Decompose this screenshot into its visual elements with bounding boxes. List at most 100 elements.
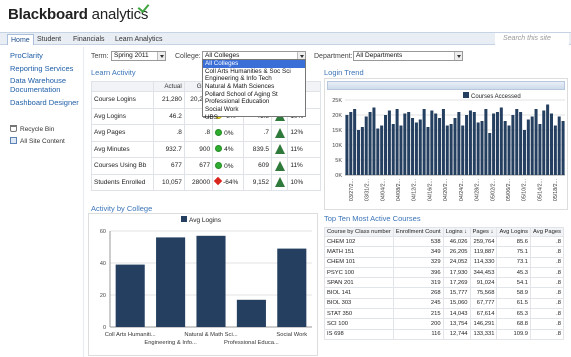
college-option[interactable]: Engineering & Info Tech — [203, 75, 305, 83]
bar[interactable] — [407, 112, 411, 175]
bar[interactable] — [353, 109, 357, 175]
bar[interactable] — [445, 125, 449, 176]
bar[interactable] — [364, 116, 368, 176]
bar[interactable] — [380, 125, 384, 176]
col-header-course[interactable]: Course by Class number — [324, 227, 394, 237]
bar[interactable] — [357, 130, 361, 175]
recycle-bin-link[interactable]: Recycle Bin — [10, 125, 54, 134]
table-row[interactable]: CHEM 101 329 24,052 114,330 73.1.8 — [324, 256, 564, 268]
col-header-pages[interactable]: Pages ↓ — [469, 227, 498, 237]
nav-reporting-services[interactable]: Reporting Services — [10, 64, 73, 74]
college-option[interactable]: Natural & Math Sciences — [203, 83, 305, 91]
bar[interactable] — [441, 109, 445, 175]
bar[interactable] — [495, 112, 499, 175]
college-option[interactable]: UBS — [203, 114, 305, 122]
bar[interactable] — [546, 104, 550, 176]
col-header-avg-pages[interactable]: Avg Pages — [530, 227, 564, 237]
bar[interactable] — [368, 112, 372, 175]
tab-financials[interactable]: Financials — [70, 34, 108, 45]
department-select[interactable]: All Departments — [353, 51, 463, 61]
bar[interactable] — [438, 118, 442, 175]
table-row[interactable]: SPAN 201 319 17,269 91,024 54.1.8 — [324, 277, 564, 289]
bar[interactable] — [387, 110, 391, 176]
bar[interactable] — [449, 124, 453, 175]
bar[interactable] — [461, 125, 465, 176]
bar[interactable] — [468, 110, 472, 176]
college-option[interactable]: Coll Arts Humanities & Soc Sci — [203, 68, 305, 76]
bar[interactable] — [453, 118, 457, 175]
bar[interactable] — [476, 122, 480, 176]
bar[interactable] — [530, 116, 534, 176]
bar[interactable] — [519, 112, 523, 175]
bar[interactable] — [515, 109, 519, 175]
bar[interactable] — [349, 112, 353, 175]
college-option[interactable]: All Colleges — [203, 60, 305, 68]
bar[interactable] — [472, 112, 476, 175]
table-row[interactable]: MATH 151 349 26,205 119,887 75.1.8 — [324, 246, 564, 258]
bar[interactable] — [411, 118, 415, 175]
bar[interactable] — [434, 113, 438, 176]
tab-home[interactable]: Home — [7, 34, 34, 45]
bar[interactable] — [507, 125, 511, 176]
term-select[interactable]: Spring 2011 — [111, 51, 166, 61]
bar[interactable] — [526, 119, 530, 176]
bar[interactable] — [376, 128, 380, 176]
bar[interactable] — [488, 133, 492, 175]
bar[interactable] — [403, 113, 407, 176]
college-option[interactable]: Social Work — [203, 106, 305, 114]
all-site-content-link[interactable]: All Site Content — [10, 137, 65, 146]
bar[interactable] — [553, 125, 557, 176]
bar[interactable] — [561, 121, 565, 175]
bar[interactable] — [115, 264, 145, 327]
bar[interactable] — [418, 119, 422, 176]
bar[interactable] — [557, 116, 561, 176]
bar[interactable] — [345, 115, 349, 175]
bar[interactable] — [549, 113, 553, 176]
brand-logo[interactable]: Blackboard analytics — [8, 0, 150, 23]
college-option[interactable]: Professional Education — [203, 98, 305, 106]
table-row[interactable]: SCI 100 200 13,754 146,291 68.8.8 — [324, 318, 564, 330]
college-option[interactable]: Pollard School of Aging St — [203, 91, 305, 99]
bar[interactable] — [430, 110, 434, 176]
table-row[interactable]: CHEM 102 538 46,026 259,764 85.6.8 — [324, 235, 564, 248]
col-header-logins[interactable]: Logins ↓ — [442, 227, 471, 237]
bar[interactable] — [503, 121, 507, 175]
bar[interactable] — [422, 109, 426, 175]
table-row[interactable]: PSYC 100 396 17,930 344,453 45.3.8 — [324, 266, 564, 279]
nav-proclarity[interactable]: ProClarity — [10, 51, 43, 61]
bar[interactable] — [499, 107, 503, 176]
bar[interactable] — [236, 299, 266, 327]
bar[interactable] — [480, 121, 484, 175]
bar[interactable] — [522, 130, 526, 175]
nav-dashboard-designer[interactable]: Dashboard Designer — [10, 98, 79, 108]
bar[interactable] — [399, 125, 403, 176]
tab-learn-analytics[interactable]: Learn Analytics — [112, 34, 165, 45]
bar[interactable] — [484, 109, 488, 175]
col-header-avg-logins[interactable]: Avg Logins — [496, 227, 532, 237]
nav-data-warehouse-documentation[interactable]: Data Warehouse Documentation — [10, 76, 82, 94]
bar[interactable] — [372, 107, 376, 176]
search-input[interactable]: Search this site — [495, 33, 569, 45]
tab-student[interactable]: Student — [34, 34, 64, 45]
bar[interactable] — [492, 113, 496, 176]
bar[interactable] — [542, 110, 546, 176]
bar[interactable] — [277, 248, 307, 327]
bar[interactable] — [511, 115, 515, 175]
table-row[interactable]: BIOL 141 268 15,777 75,568 58.9.8 — [324, 287, 564, 299]
bar[interactable] — [395, 109, 399, 175]
table-row[interactable]: BIOL 303 245 15,060 67,777 61.5.8 — [324, 297, 564, 310]
bar[interactable] — [414, 122, 418, 176]
bar[interactable] — [384, 115, 388, 175]
table-row[interactable]: STAT 350 215 14,043 67,614 65.3.8 — [324, 308, 564, 320]
bar[interactable] — [538, 124, 542, 175]
table-row[interactable]: IS 698 116 12,744 133,331 109.9.8 — [324, 328, 564, 340]
col-header-enrollment[interactable]: Enrollment Count — [392, 227, 444, 237]
bar[interactable] — [465, 115, 469, 175]
bar[interactable] — [426, 127, 430, 175]
bar[interactable] — [457, 112, 461, 175]
bar[interactable] — [391, 124, 395, 175]
bar[interactable] — [196, 235, 226, 327]
bar[interactable] — [360, 127, 364, 175]
bar[interactable] — [156, 237, 186, 327]
bar[interactable] — [534, 109, 538, 175]
